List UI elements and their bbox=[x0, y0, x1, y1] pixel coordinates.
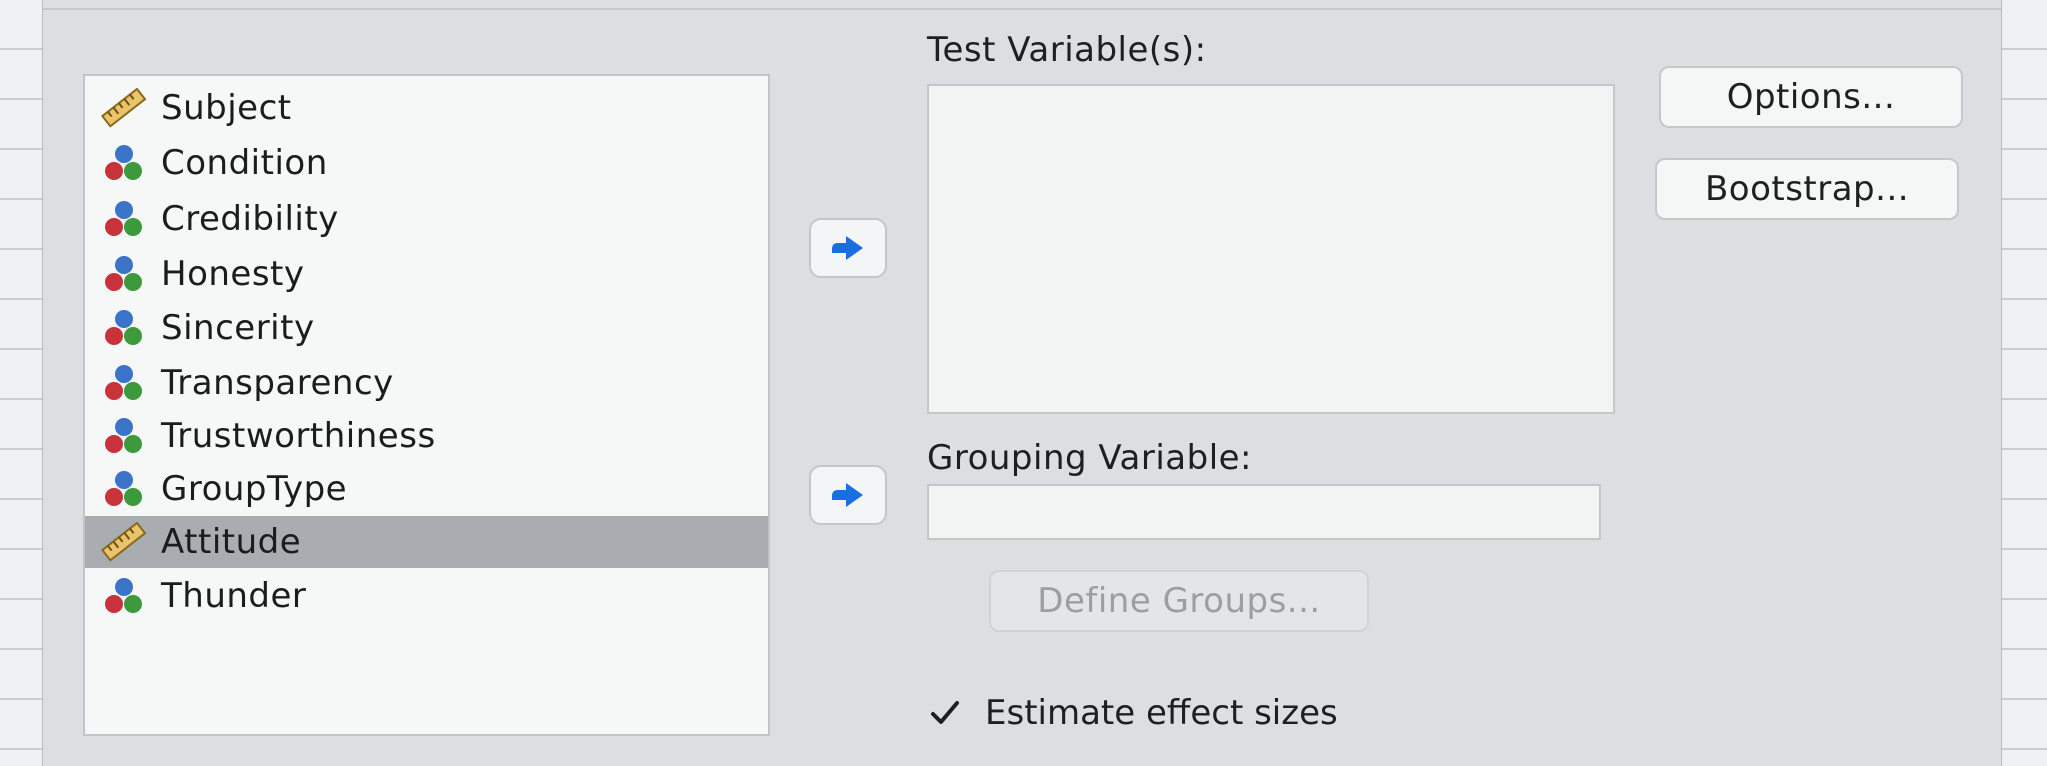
variable-label: GroupType bbox=[161, 469, 348, 509]
ruler-icon bbox=[99, 87, 149, 128]
arrow-right-icon bbox=[832, 483, 863, 507]
estimate-effect-sizes-label: Estimate effect sizes bbox=[985, 693, 1338, 733]
grouping-variable-label: Grouping Variable: bbox=[927, 438, 1253, 478]
dialog-top-divider bbox=[43, 8, 2001, 10]
test-variables-label: Test Variable(s): bbox=[927, 30, 1207, 70]
test-variables-list[interactable] bbox=[927, 84, 1615, 414]
arrow-right-icon bbox=[832, 236, 863, 260]
variable-item[interactable]: Condition bbox=[85, 137, 768, 189]
variable-label: Subject bbox=[161, 88, 292, 128]
nominal-icon bbox=[99, 143, 149, 183]
variable-label: Transparency bbox=[161, 363, 394, 403]
variable-label: Honesty bbox=[161, 254, 305, 294]
variable-item[interactable]: Subject bbox=[85, 82, 768, 134]
variable-item[interactable]: Trustworthiness bbox=[85, 410, 768, 462]
variable-item[interactable]: Honesty bbox=[85, 248, 768, 300]
nominal-icon bbox=[99, 199, 149, 239]
bootstrap-button[interactable]: Bootstrap... bbox=[1655, 158, 1959, 220]
nominal-icon bbox=[99, 469, 149, 509]
variable-label: Condition bbox=[161, 143, 328, 183]
variable-item-selected[interactable]: Attitude bbox=[85, 516, 768, 568]
nominal-icon bbox=[99, 308, 149, 348]
move-to-test-variables-button[interactable] bbox=[809, 218, 887, 278]
nominal-icon bbox=[99, 254, 149, 294]
nominal-icon bbox=[99, 576, 149, 616]
options-button[interactable]: Options... bbox=[1659, 66, 1963, 128]
variable-item[interactable]: Transparency bbox=[85, 357, 768, 409]
source-variable-list[interactable]: Subject Condition Credibility Honesty Si bbox=[83, 74, 770, 736]
independent-samples-t-test-dialog: Subject Condition Credibility Honesty Si bbox=[42, 0, 2002, 766]
grouping-variable-field[interactable] bbox=[927, 484, 1601, 540]
checkmark-icon bbox=[931, 701, 959, 724]
variable-item[interactable]: GroupType bbox=[85, 463, 768, 515]
nominal-icon bbox=[99, 363, 149, 403]
variable-label: Sincerity bbox=[161, 308, 315, 348]
variable-label: Thunder bbox=[161, 576, 307, 616]
define-groups-button[interactable]: Define Groups... bbox=[989, 570, 1369, 632]
variable-item[interactable]: Credibility bbox=[85, 193, 768, 245]
move-to-grouping-variable-button[interactable] bbox=[809, 465, 887, 525]
nominal-icon bbox=[99, 416, 149, 456]
variable-label: Trustworthiness bbox=[161, 416, 436, 456]
estimate-effect-sizes-checkbox[interactable]: Estimate effect sizes bbox=[927, 688, 1338, 738]
variable-label: Credibility bbox=[161, 199, 339, 239]
variable-label: Attitude bbox=[161, 522, 302, 562]
variable-item[interactable]: Thunder bbox=[85, 570, 768, 622]
variable-item[interactable]: Sincerity bbox=[85, 302, 768, 354]
ruler-icon bbox=[99, 521, 149, 562]
